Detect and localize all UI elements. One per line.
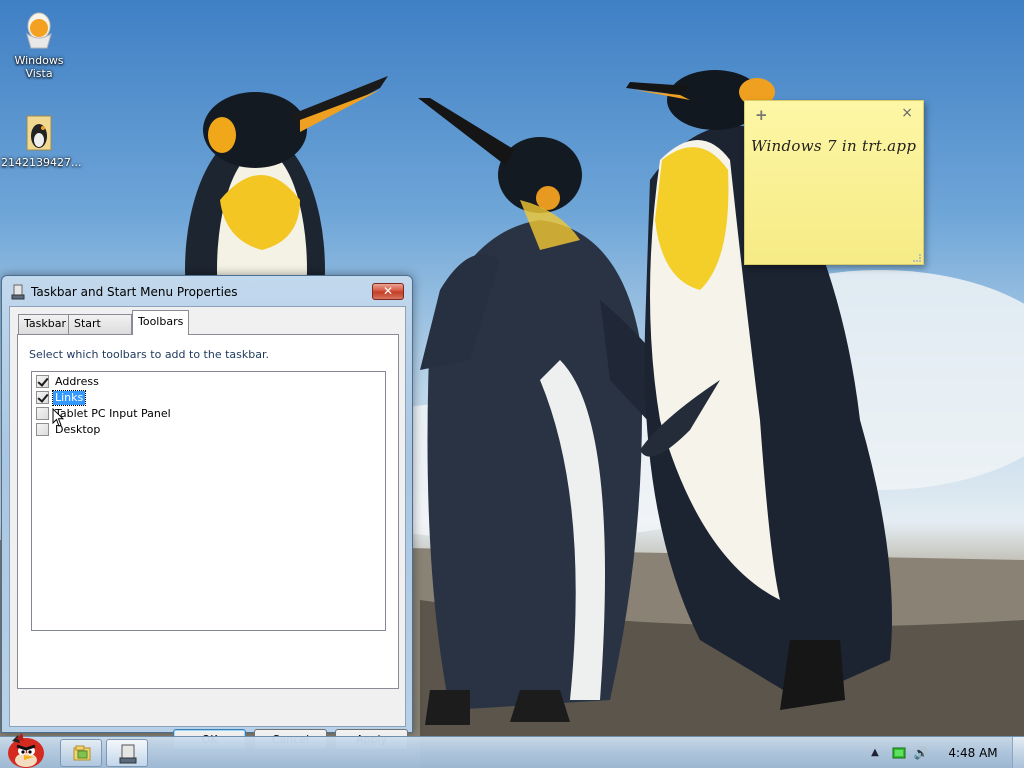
desktop-icon-label: 2142139427... — [1, 156, 82, 169]
sticky-note[interactable]: + × Windows 7 in trt.app — [744, 100, 924, 265]
tab-toolbars[interactable]: Toolbars — [132, 310, 189, 335]
list-item[interactable]: Desktop — [36, 422, 102, 437]
angry-bird-icon — [8, 733, 44, 768]
mouse-pointer-icon — [52, 408, 64, 427]
address-checkbox[interactable] — [36, 375, 49, 388]
list-item[interactable]: Links — [36, 389, 87, 406]
tab-start-menu[interactable]: Start Menu — [68, 314, 132, 348]
links-checkbox[interactable] — [36, 391, 49, 404]
image-file-icon — [19, 114, 59, 154]
toolbars-tab-panel: Select which toolbars to add to the task… — [17, 334, 399, 689]
list-item-label: Tablet PC Input Panel — [55, 406, 171, 420]
tab-taskbar[interactable]: Taskbar — [18, 314, 69, 334]
desktop-icon-windows-vista[interactable]: Windows Vista — [1, 12, 77, 80]
dialog-client-area: Taskbar Start Menu Toolbars Select which… — [9, 306, 408, 750]
network-icon[interactable] — [891, 745, 907, 761]
resize-grip-icon[interactable] — [913, 254, 921, 262]
taskbar-properties-icon — [11, 284, 25, 300]
toolbars-listbox[interactable]: Address Links Tablet PC Input Panel Desk… — [31, 371, 386, 631]
desktop-icon-label: Windows Vista — [14, 54, 64, 80]
show-hidden-icons-button[interactable]: ▲ — [867, 745, 883, 761]
show-desktop-button[interactable] — [1012, 737, 1024, 768]
taskbar-button-explorer[interactable] — [60, 739, 102, 767]
volume-icon[interactable]: 🔊 — [913, 745, 929, 761]
instruction-text: Select which toolbars to add to the task… — [29, 348, 269, 361]
start-button[interactable] — [2, 731, 48, 768]
close-button[interactable]: ✕ — [372, 283, 404, 300]
taskbar-properties-dialog: Taskbar and Start Menu Properties ✕ Task… — [1, 275, 413, 750]
tablet-pc-input-panel-checkbox[interactable] — [36, 407, 49, 420]
taskbar: ▲ 🔊 4:48 AM — [0, 733, 1024, 768]
note-text[interactable]: Windows 7 in trt.app — [751, 137, 916, 155]
egg-cup-icon — [19, 12, 59, 52]
taskbar-button-properties[interactable] — [106, 739, 148, 767]
list-item[interactable]: Address — [36, 374, 101, 389]
close-note-button[interactable]: × — [901, 105, 913, 121]
dialog-titlebar[interactable]: Taskbar and Start Menu Properties ✕ — [2, 276, 412, 306]
desktop-checkbox[interactable] — [36, 423, 49, 436]
list-item-label: Links — [51, 389, 87, 406]
desktop-icon-image-file[interactable]: 2142139427... — [1, 114, 82, 169]
taskbar-properties-icon — [119, 744, 137, 764]
add-note-button[interactable]: + — [755, 106, 768, 124]
system-clock[interactable]: 4:48 AM — [942, 746, 1004, 760]
list-item-label: Address — [55, 374, 99, 388]
dialog-title: Taskbar and Start Menu Properties — [31, 285, 238, 299]
windows-explorer-icon — [73, 745, 91, 761]
